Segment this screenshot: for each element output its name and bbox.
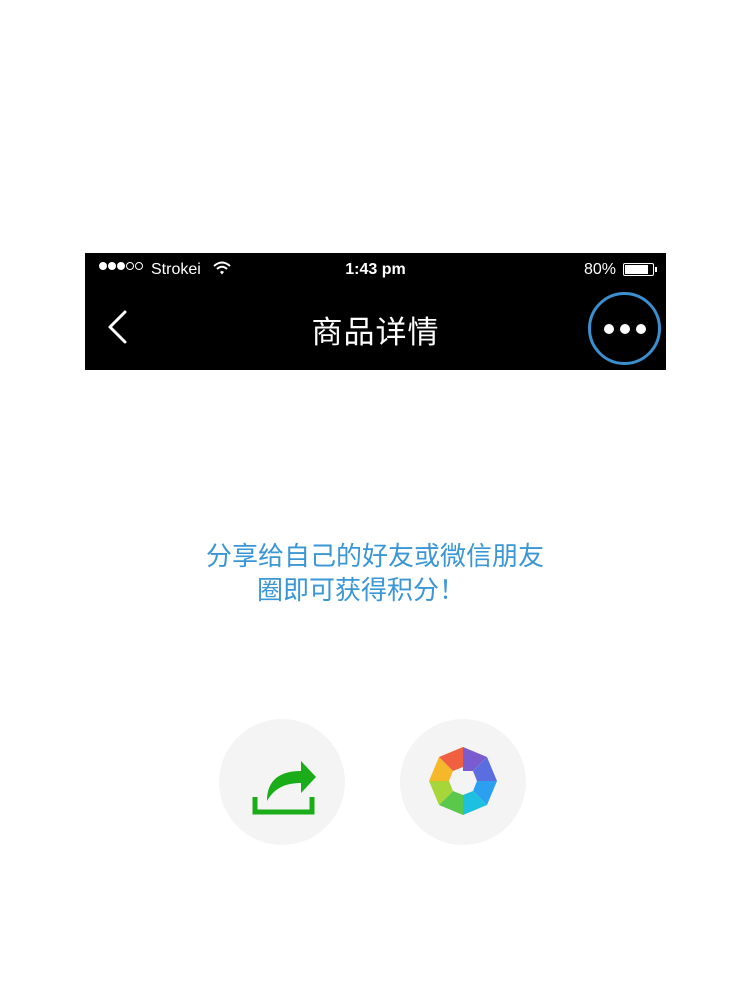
share-hint-line1: 分享给自己的好友或微信朋友 xyxy=(205,542,544,572)
share-arrow-icon xyxy=(252,761,316,815)
app-header: Strokei 1:43 pm 80% 商品详情 xyxy=(85,253,666,370)
page-title: 商品详情 xyxy=(311,315,440,351)
share-hint-line2: 圈即可获得积分！ xyxy=(256,576,465,606)
share-to-moments-button[interactable] xyxy=(400,719,526,845)
more-button[interactable] xyxy=(588,292,661,365)
battery-icon xyxy=(623,263,657,276)
status-time: 1:43 pm xyxy=(345,261,406,278)
moments-aperture-icon xyxy=(429,747,497,815)
nav-bar: 商品详情 xyxy=(85,287,666,370)
share-hint: 分享给自己的好友或微信朋友 圈即可获得积分！ xyxy=(0,540,750,608)
more-dots-icon xyxy=(603,323,614,334)
battery-percent: 80% xyxy=(583,261,616,278)
share-to-friend-button[interactable] xyxy=(219,719,345,845)
status-bar: Strokei 1:43 pm 80% xyxy=(85,253,666,287)
